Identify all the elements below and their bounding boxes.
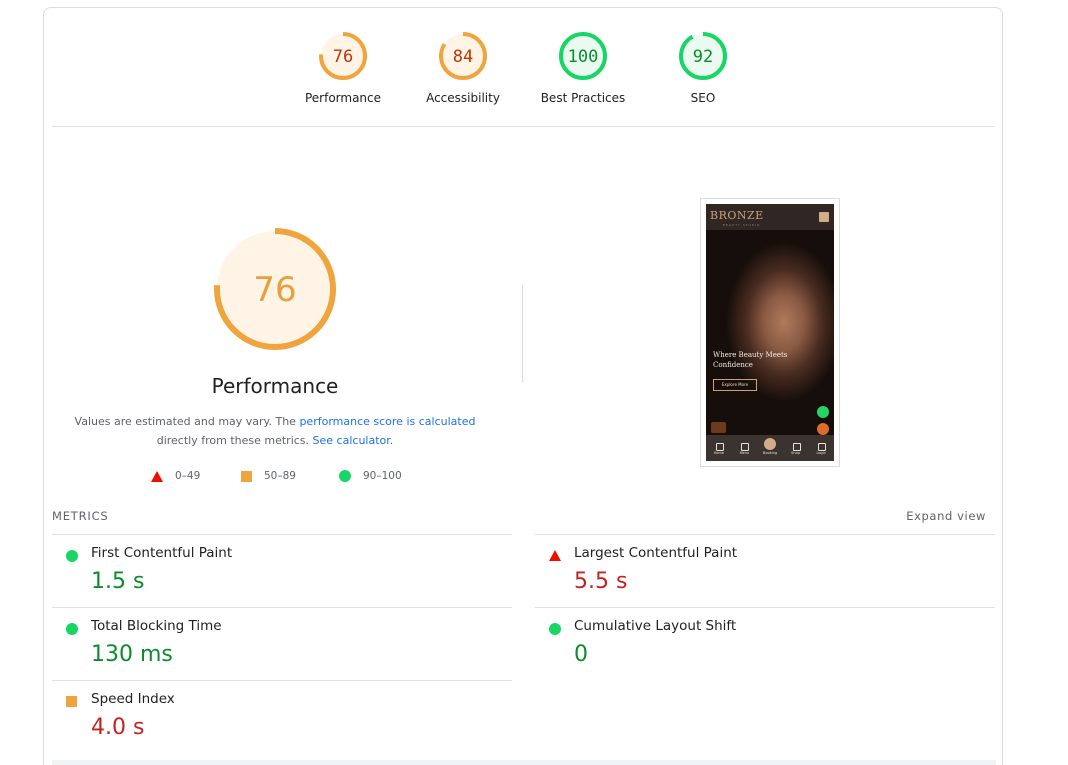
metric-si-name: Speed Index (91, 691, 175, 707)
description-text-2: directly from these metrics. (156, 434, 313, 447)
square-icon (66, 696, 77, 707)
circle-icon (66, 550, 78, 562)
gauge-accessibility-score: 84 (453, 47, 473, 67)
performance-main-gauge: 76 (214, 228, 336, 350)
metric-lcp: Largest Contentful Paint 5.5 s (535, 534, 995, 607)
expand-view-toggle[interactable]: Expand view (906, 509, 986, 523)
gauge-best-practices[interactable]: 100 Best Practices (523, 30, 643, 105)
vertical-divider (522, 285, 523, 382)
gauge-accessibility-ring: 84 (439, 32, 487, 80)
screenshot-preview: BRONZE BEAUTY STUDIO Where Beauty Meets … (706, 204, 834, 461)
metric-fcp: First Contentful Paint 1.5 s (52, 534, 512, 607)
legend-poor: 0–49 (151, 470, 200, 482)
circle-icon (549, 623, 561, 635)
score-gauges: 76 Performance 84 Accessibility 100 Best… (44, 8, 1004, 128)
bottom-scroll-edge (52, 760, 996, 765)
circle-icon (66, 623, 78, 635)
performance-title: Performance (211, 374, 339, 398)
metric-tbt-name: Total Blocking Time (91, 618, 222, 634)
gauge-seo[interactable]: 92 SEO (643, 30, 763, 105)
phone-icon (817, 423, 829, 435)
gauge-best-practices-score: 100 (568, 47, 599, 67)
preview-explore-button: Explore More (713, 379, 757, 391)
gauge-best-practices-ring: 100 (559, 32, 607, 80)
legend-good: 90–100 (339, 470, 402, 482)
score-calculated-link[interactable]: performance score is calculated (299, 415, 475, 428)
preview-logo-sub: BEAUTY STUDIO (723, 223, 761, 227)
hero-photo (706, 230, 834, 435)
whatsapp-icon (817, 406, 829, 418)
preview-nav-menu: Menu (734, 441, 754, 455)
gauge-performance-label: Performance (304, 91, 382, 105)
gauge-performance[interactable]: 76 Performance (283, 30, 403, 105)
circle-icon (339, 470, 351, 482)
gauge-performance-score: 76 (333, 47, 353, 67)
square-icon (241, 470, 252, 482)
preview-logo: BRONZE (710, 209, 764, 222)
gauge-seo-ring: 92 (679, 32, 727, 80)
gauge-seo-score: 92 (693, 47, 713, 67)
legend-poor-label: 0–49 (175, 470, 201, 482)
final-screenshot[interactable]: BRONZE BEAUTY STUDIO Where Beauty Meets … (700, 198, 840, 467)
gauge-best-practices-label: Best Practices (540, 91, 626, 105)
report-card: 76 Performance 84 Accessibility 100 Best… (43, 7, 1003, 765)
legend-average: 50–89 (241, 470, 296, 482)
metric-cls: Cumulative Layout Shift 0 (535, 607, 995, 680)
preview-header: BRONZE BEAUTY STUDIO (706, 204, 834, 230)
metric-cls-value: 0 (574, 642, 588, 667)
triangle-icon (151, 470, 163, 482)
gauge-performance-ring: 76 (319, 32, 367, 80)
preview-nav-login: Login (811, 441, 831, 455)
header-divider (52, 126, 994, 127)
performance-description: Values are estimated and may vary. The p… (74, 412, 476, 450)
gauge-accessibility[interactable]: 84 Accessibility (403, 30, 523, 105)
metric-fcp-name: First Contentful Paint (91, 545, 233, 561)
preview-nav-shop: Shop (786, 441, 806, 455)
preview-hero-text: Where Beauty Meets Confidence (713, 351, 788, 369)
triangle-icon (549, 550, 561, 561)
gauge-seo-label: SEO (690, 91, 716, 105)
preview-nav-booking: Booking (760, 438, 780, 455)
metric-cls-name: Cumulative Layout Shift (574, 618, 737, 634)
metric-tbt-value: 130 ms (91, 642, 173, 667)
preview-badge (711, 422, 726, 433)
preview-menu-icon (819, 212, 829, 222)
metric-si-value: 4.0 s (91, 715, 145, 740)
metrics-heading: METRICS (52, 509, 109, 523)
gauge-accessibility-label: Accessibility (426, 91, 500, 105)
metric-tbt: Total Blocking Time 130 ms (52, 607, 512, 680)
description-text-1: Values are estimated and may vary. The (74, 415, 300, 428)
legend-average-label: 50–89 (264, 470, 296, 482)
preview-bottom-nav: Home Menu Booking Shop Login (706, 435, 834, 461)
preview-nav-home: Home (709, 441, 729, 455)
performance-main-score: 76 (253, 270, 296, 310)
metric-si: Speed Index 4.0 s (52, 680, 512, 753)
metric-lcp-value: 5.5 s (574, 569, 628, 594)
legend-good-label: 90–100 (363, 470, 402, 482)
metric-fcp-value: 1.5 s (91, 569, 145, 594)
see-calculator-link[interactable]: See calculator. (313, 434, 394, 447)
metric-lcp-name: Largest Contentful Paint (574, 545, 738, 561)
